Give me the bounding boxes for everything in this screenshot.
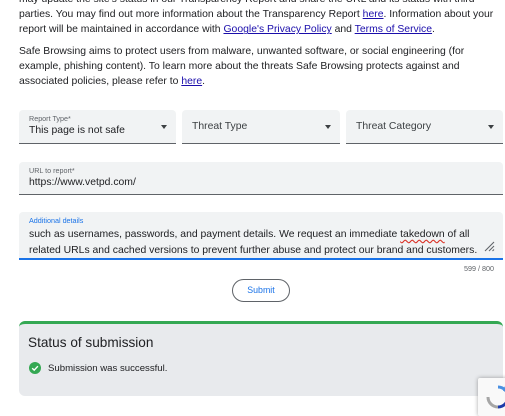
submit-button[interactable]: Submit [232,279,290,302]
transparency-paragraph: may update the site's status in our Tran… [19,0,499,38]
report-type-select[interactable]: Report Type* This page is not safe [19,110,176,144]
intro-line-2-text: may find out more information about the … [76,9,363,21]
misspelled-word[interactable]: takedown [400,229,444,240]
privacy-policy-link[interactable]: Google's Privacy Policy [223,24,331,35]
report-type-label: Report Type* [29,114,71,123]
dropdown-arrow-icon [325,125,331,129]
safe-browsing-paragraph: Safe Browsing aims to protect users from… [19,44,499,90]
threat-category-select[interactable]: Threat Category [346,110,503,144]
status-card: Status of submission Submission was succ… [19,321,503,396]
url-label: URL to report* [29,166,75,175]
dropdown-arrow-icon [161,125,167,129]
terms-of-service-link[interactable]: Terms of Service [355,24,432,35]
details-text-part-1: such as usernames, passwords, and paymen… [29,229,401,240]
url-field[interactable]: URL to report* https://www.vetpd.com/ [19,162,503,195]
threat-type-value: Threat Type [192,121,248,132]
resize-handle-icon[interactable] [483,240,495,252]
transparency-report-link[interactable]: here [363,9,384,20]
recaptcha-icon [486,385,505,409]
additional-details-text[interactable]: such as usernames, passwords, and paymen… [29,227,489,258]
url-value[interactable]: https://www.vetpd.com/ [29,177,136,188]
check-circle-icon [29,362,41,374]
threat-category-value: Threat Category [356,121,432,132]
dropdown-arrow-icon [488,125,494,129]
safe-browsing-period: . [202,76,205,88]
additional-details-field[interactable]: Additional details such as usernames, pa… [19,212,503,260]
intro-period: . [432,24,435,36]
threats-policy-link[interactable]: here [181,76,202,87]
status-message: Submission was successful. [48,362,168,374]
report-type-value: This page is not safe [29,125,125,136]
threat-type-select[interactable]: Threat Type [182,110,340,144]
status-message-row: Submission was successful. [29,362,167,374]
status-title: Status of submission [28,335,154,350]
safe-browsing-text: Safe Browsing aims to protect users from… [19,46,465,88]
character-counter: 599 / 800 [464,264,494,273]
additional-details-label: Additional details [29,216,84,225]
intro-and: and [331,24,355,36]
recaptcha-badge[interactable] [478,378,505,416]
intro-line-3-text: maintained in accordance with [80,24,224,36]
